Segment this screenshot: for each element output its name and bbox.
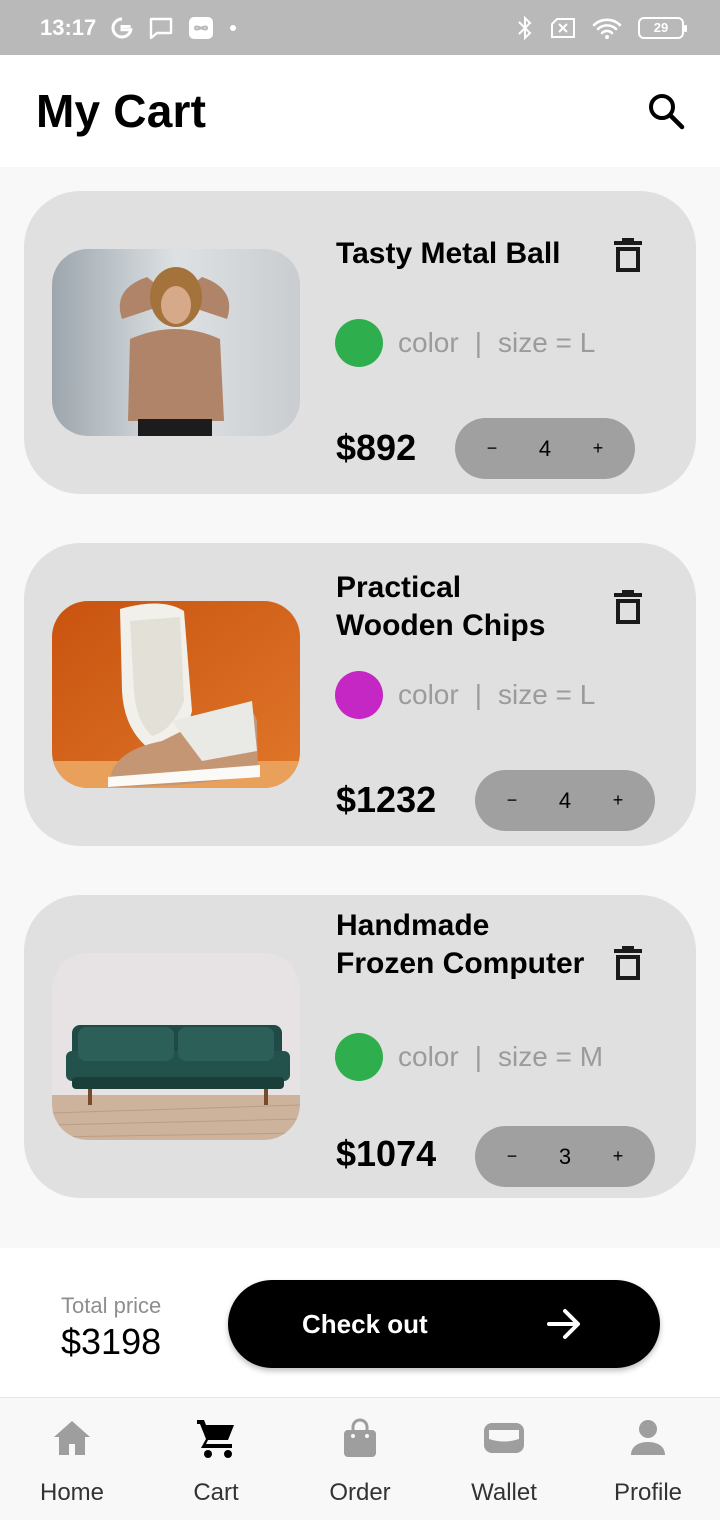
cart-item[interactable]: Practical Wooden Chips color | size = L … [24,543,696,846]
arrow-right-icon [547,1309,580,1339]
checkout-bar: Total price $3198 Check out [0,1248,720,1398]
variant-separator: | [474,327,482,358]
home-icon [50,1416,94,1460]
product-title: Practical Wooden Chips [336,571,546,642]
variant-separator: | [474,1041,482,1072]
dot-icon [228,23,238,33]
product-variant: color | size = M [335,1033,603,1081]
decrease-button[interactable]: − [499,1146,525,1167]
bottom-navigation: Home Cart Order Wallet Profile [0,1399,720,1520]
color-swatch [335,1033,383,1081]
color-swatch [335,671,383,719]
nav-item-cart[interactable]: Cart [144,1399,288,1520]
product-price: $1232 [336,779,437,820]
product-image [52,249,300,436]
nav-label: Home [39,1479,105,1506]
bag-icon [338,1416,382,1460]
message-icon [148,16,174,40]
quantity-stepper: − 3 + [475,1126,655,1187]
nav-item-order[interactable]: Order [288,1399,432,1520]
cart-screen: 13:17 29 My Cart Tasty Metal Ball color … [0,0,720,1520]
color-label: color [398,679,459,710]
cart-icon [194,1416,238,1460]
wifi-icon [592,16,622,40]
infinity-icon [188,16,214,40]
status-bar: 13:17 29 [0,0,720,55]
person-icon [626,1416,670,1460]
wallet-icon [482,1416,526,1460]
increase-button[interactable]: + [605,790,631,811]
nav-label: Cart [193,1479,239,1506]
app-bar: My Cart [0,55,720,167]
product-image [52,953,300,1140]
status-time: 13:17 [40,14,97,40]
google-icon [110,16,134,40]
color-label: color [398,327,459,358]
delete-button[interactable] [610,943,646,983]
product-title: Handmade Frozen Computer [336,909,585,980]
nav-item-wallet[interactable]: Wallet [432,1399,576,1520]
quantity-stepper: − 4 + [455,418,635,479]
size-label: size = L [497,327,596,358]
trash-icon [614,238,642,272]
cart-list: Tasty Metal Ball color | size = L $892 −… [24,191,696,1247]
quantity-value: 4 [558,787,572,813]
quantity-value: 4 [538,435,552,461]
product-title: Tasty Metal Ball [336,237,561,270]
variant-separator: | [474,679,482,710]
cart-item[interactable]: Handmade Frozen Computer color | size = … [24,895,696,1198]
quantity-value: 3 [558,1143,572,1169]
decrease-button[interactable]: − [499,790,525,811]
product-price: $892 [336,427,417,468]
checkout-button[interactable]: Check out [228,1280,660,1368]
size-label: size = L [497,679,596,710]
color-swatch [335,319,383,367]
size-label: size = M [497,1041,604,1072]
color-label: color [398,1041,459,1072]
bluetooth-icon [516,15,534,41]
product-variant: color | size = L [335,671,595,719]
product-image [52,601,300,788]
nav-item-home[interactable]: Home [0,1399,144,1520]
total-price-value: $3198 [61,1321,162,1362]
product-variant: color | size = L [335,319,595,367]
sim-off-icon [550,17,576,39]
trash-icon [614,590,642,624]
product-price: $1074 [336,1133,437,1174]
quantity-stepper: − 4 + [475,770,655,831]
battery-icon: 29 [638,16,687,39]
nav-item-profile[interactable]: Profile [576,1399,720,1520]
page-title: My Cart [36,85,207,137]
total-price-label: Total price [61,1293,162,1318]
delete-button[interactable] [610,235,646,275]
search-button[interactable] [642,87,690,135]
nav-label: Order [329,1479,391,1506]
increase-button[interactable]: + [605,1146,631,1167]
trash-icon [614,946,642,980]
delete-button[interactable] [610,587,646,627]
search-icon [649,94,685,130]
nav-label: Profile [613,1479,683,1506]
increase-button[interactable]: + [585,438,611,459]
cart-item[interactable]: Tasty Metal Ball color | size = L $892 −… [24,191,696,494]
decrease-button[interactable]: − [479,438,505,459]
checkout-button-label: Check out [302,1308,428,1339]
nav-label: Wallet [471,1479,537,1506]
